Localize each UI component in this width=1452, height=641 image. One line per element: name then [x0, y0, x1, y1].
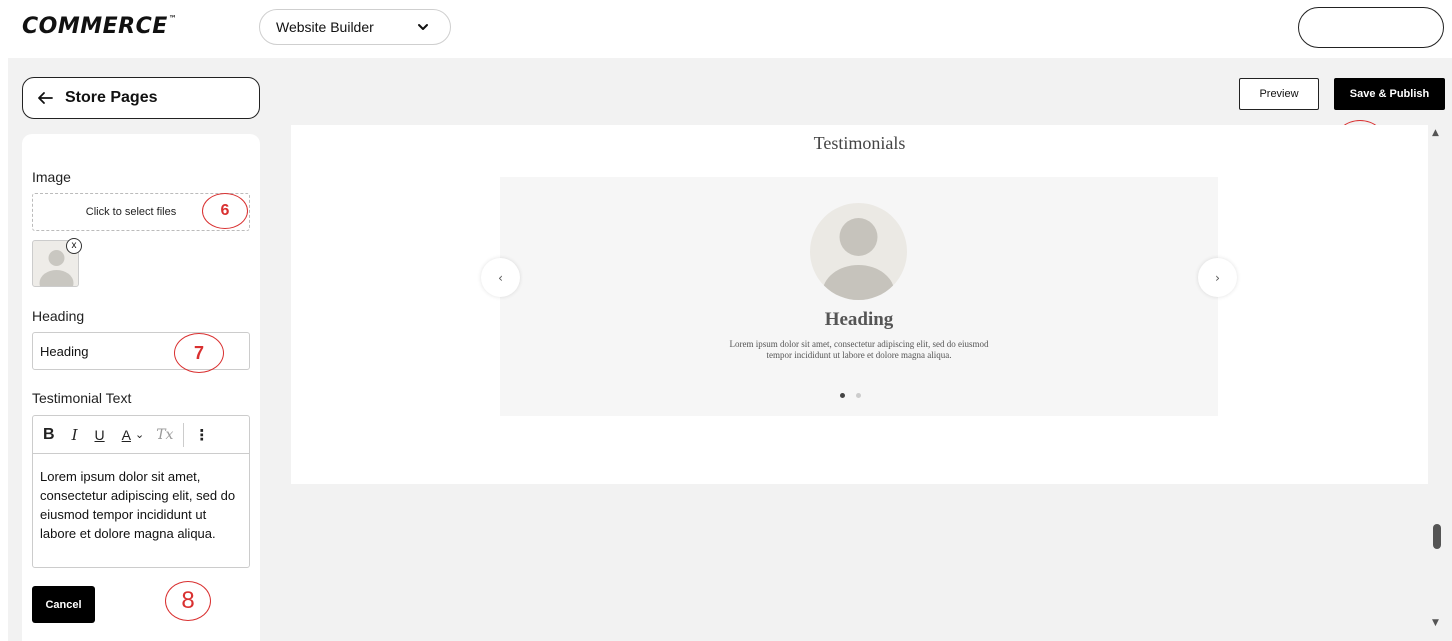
testimonial-text: Lorem ipsum dolor sit amet, consectetur …	[500, 339, 1218, 361]
testimonial-heading: Heading	[824, 309, 894, 330]
save-and-publish-button[interactable]: Save & Publish	[1334, 78, 1445, 110]
carousel-dot-2[interactable]	[856, 393, 861, 398]
dropzone-text: Click to select files	[85, 206, 177, 218]
testimonials-section-title: Testimonials	[813, 133, 906, 153]
text-color-dropdown-icon[interactable]: ⌄	[135, 428, 144, 441]
testimonial-text-line-1: Lorem ipsum dolor sit amet, consectetur …	[729, 339, 989, 349]
page-preview-canvas: Testimonials Heading Lorem ipsum dolor s…	[291, 125, 1428, 484]
testimonial-slide: Heading Lorem ipsum dolor sit amet, cons…	[500, 177, 1218, 416]
editor-content[interactable]: Lorem ipsum dolor sit amet, consectetur …	[33, 454, 249, 556]
arrow-left-icon	[38, 92, 53, 104]
scroll-up-arrow[interactable]: ▲	[1432, 128, 1439, 138]
carousel-dots	[840, 393, 861, 398]
brand-logo[interactable]: COMMERCE™	[22, 14, 177, 39]
italic-button[interactable]: I	[72, 426, 78, 444]
brand-name: COMMERCE	[22, 14, 168, 39]
builder-select-value: Website Builder	[276, 19, 374, 35]
image-label: Image	[32, 169, 71, 185]
testimonial-text-line-2: tempor incididunt ut labore et dolore ma…	[766, 350, 952, 360]
preview-button[interactable]: Preview	[1239, 78, 1319, 110]
back-to-store-pages-button[interactable]: Store Pages	[22, 77, 260, 119]
testimonial-text-editor[interactable]: B I U A ⌄ Tx ⋮ Lorem ipsum dolor sit ame…	[32, 415, 250, 568]
close-circle-icon[interactable]: x	[66, 238, 82, 254]
carousel-next-button[interactable]: ›	[1198, 258, 1237, 297]
chevron-down-icon	[418, 24, 428, 30]
more-options-icon[interactable]: ⋮	[194, 426, 209, 444]
user-placeholder-icon	[822, 218, 895, 300]
testimonial-text-label: Testimonial Text	[32, 390, 132, 406]
carousel-prev-button[interactable]: ‹	[481, 258, 520, 297]
top-bar: COMMERCE™ Website Builder	[0, 0, 1452, 58]
back-button-label: Store Pages	[65, 89, 158, 106]
annotation-marker-8: 8	[165, 581, 211, 621]
underline-button[interactable]: U	[95, 427, 105, 443]
testimonial-avatar	[810, 203, 907, 300]
builder-select[interactable]: Website Builder	[259, 9, 451, 45]
toolbar-divider	[183, 422, 185, 447]
account-pill[interactable]	[1298, 7, 1444, 48]
heading-label: Heading	[32, 308, 85, 324]
cancel-button[interactable]: Cancel	[32, 586, 95, 623]
brand-trademark: ™	[168, 14, 178, 23]
scroll-down-arrow[interactable]: ▼	[1432, 618, 1439, 628]
carousel-dot-1[interactable]	[840, 393, 845, 398]
text-color-button[interactable]: A	[122, 427, 131, 443]
editor-toolbar: B I U A ⌄ Tx ⋮	[33, 416, 249, 454]
scrollbar-thumb[interactable]	[1433, 524, 1441, 549]
bold-button[interactable]: B	[43, 426, 55, 444]
annotation-marker-7: 7	[174, 333, 224, 373]
clear-format-button[interactable]: Tx	[156, 427, 173, 443]
annotation-marker-6: 6	[202, 193, 248, 229]
